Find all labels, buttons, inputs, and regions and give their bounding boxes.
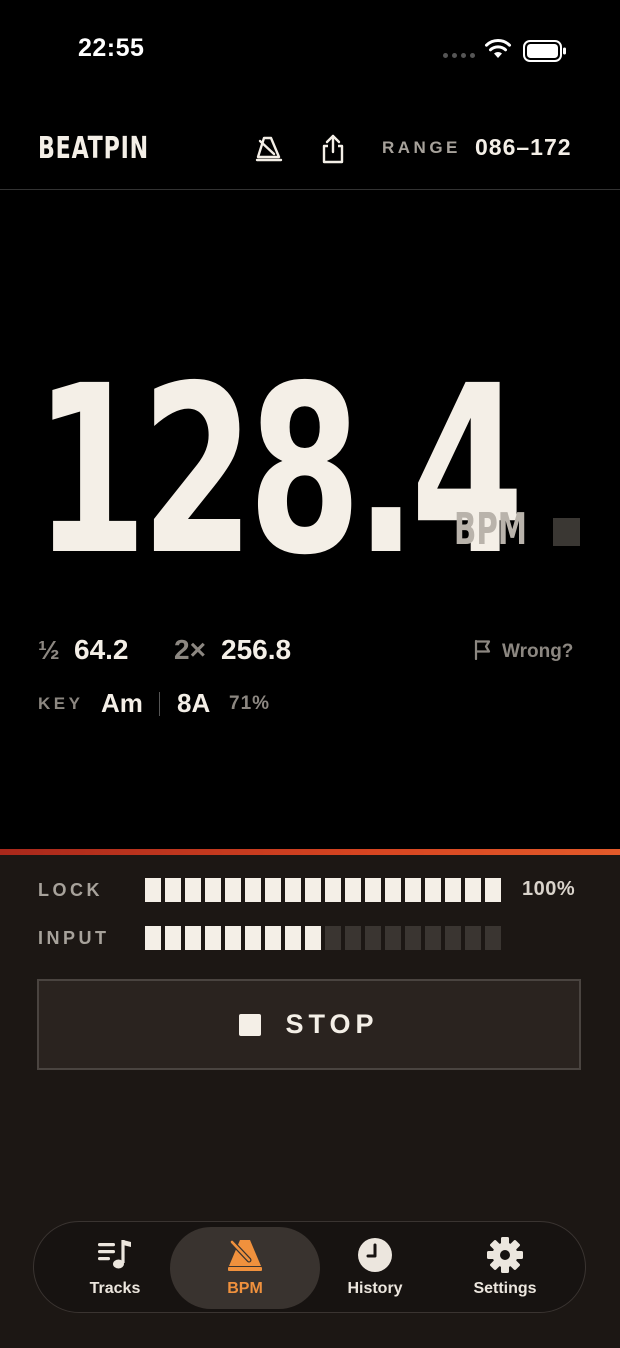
lock-meter <box>145 878 501 902</box>
lock-meter-segment <box>465 878 481 902</box>
input-label: INPUT <box>38 928 110 948</box>
header-divider <box>0 189 620 190</box>
gear-icon <box>486 1237 524 1273</box>
lock-meter-segment <box>365 878 381 902</box>
lock-meter-segment <box>265 878 281 902</box>
input-meter-segment <box>485 926 501 950</box>
input-meter-segment <box>345 926 361 950</box>
lock-meter-segment <box>285 878 301 902</box>
input-meter-segment <box>145 926 161 950</box>
lock-meter-segment <box>345 878 361 902</box>
lock-meter-segment <box>405 878 421 902</box>
status-time: 22:55 <box>78 34 145 62</box>
input-meter-segment <box>205 926 221 950</box>
input-meter-segment <box>465 926 481 950</box>
tab-history[interactable]: History <box>300 1227 450 1309</box>
stop-icon <box>239 1013 262 1036</box>
input-meter <box>145 926 501 950</box>
bpm-unit-label: BPM <box>454 504 527 555</box>
input-meter-segment <box>385 926 401 950</box>
lock-meter-segment <box>305 878 321 902</box>
lock-meter-segment <box>425 878 441 902</box>
wifi-icon <box>484 38 512 65</box>
camelot-key: 8A <box>177 688 211 718</box>
metronome-icon <box>225 1237 265 1273</box>
lock-meter-segment <box>185 878 201 902</box>
report-wrong-button[interactable]: Wrong? <box>472 638 573 666</box>
range-label: RANGE <box>382 138 461 157</box>
input-meter-segment <box>405 926 421 950</box>
input-meter-segment <box>425 926 441 950</box>
tab-bpm[interactable]: BPM <box>170 1227 320 1309</box>
stop-button[interactable]: STOP <box>37 979 581 1070</box>
tab-settings[interactable]: Settings <box>430 1227 580 1309</box>
tab-history-label: History <box>347 1280 403 1297</box>
input-meter-segment <box>285 926 301 950</box>
lock-meter-segment <box>225 878 241 902</box>
tab-bpm-label: BPM <box>227 1280 263 1297</box>
key-value: Am <box>101 688 143 718</box>
input-meter-segment <box>225 926 241 950</box>
tab-settings-label: Settings <box>473 1280 537 1297</box>
beat-indicator <box>553 518 580 546</box>
tab-tracks[interactable]: Tracks <box>40 1227 190 1309</box>
lock-meter-segment <box>325 878 341 902</box>
input-meter-segment <box>445 926 461 950</box>
input-meter-segment <box>265 926 281 950</box>
half-tempo-value[interactable]: 64.2 <box>74 634 129 666</box>
lock-label: LOCK <box>38 880 103 900</box>
lock-meter-segment <box>165 878 181 902</box>
half-tempo-symbol: ½ <box>38 635 60 665</box>
input-meter-segment <box>185 926 201 950</box>
double-tempo-symbol: 2× <box>174 634 206 665</box>
share-icon[interactable] <box>316 132 350 166</box>
input-meter-segment <box>245 926 261 950</box>
lock-meter-segment <box>205 878 221 902</box>
input-meter-segment <box>305 926 321 950</box>
range-value[interactable]: 086–172 <box>475 134 572 161</box>
stop-label: STOP <box>285 1009 379 1039</box>
double-tempo-value[interactable]: 256.8 <box>221 634 291 666</box>
input-meter-segment <box>325 926 341 950</box>
report-wrong-label: Wrong? <box>502 641 574 662</box>
flag-icon <box>472 638 494 666</box>
lock-meter-segment <box>485 878 501 902</box>
lock-meter-segment <box>385 878 401 902</box>
input-meter-segment <box>365 926 381 950</box>
key-label: KEY <box>38 694 84 713</box>
battery-icon <box>523 40 567 67</box>
lock-percent: 100% <box>522 878 576 900</box>
tab-tracks-label: Tracks <box>89 1280 141 1297</box>
cellular-signal-icon <box>443 53 475 58</box>
input-meter-segment <box>165 926 181 950</box>
lock-meter-segment <box>245 878 261 902</box>
metronome-icon[interactable] <box>252 132 286 166</box>
key-confidence: 71% <box>229 693 271 714</box>
clock-icon <box>357 1237 393 1273</box>
bpm-readout: 128.4 <box>34 336 524 606</box>
lock-meter-segment <box>445 878 461 902</box>
app-logo: BEATPIN <box>38 131 150 166</box>
key-divider <box>159 692 160 716</box>
music-list-icon <box>96 1237 134 1273</box>
lock-meter-segment <box>145 878 161 902</box>
